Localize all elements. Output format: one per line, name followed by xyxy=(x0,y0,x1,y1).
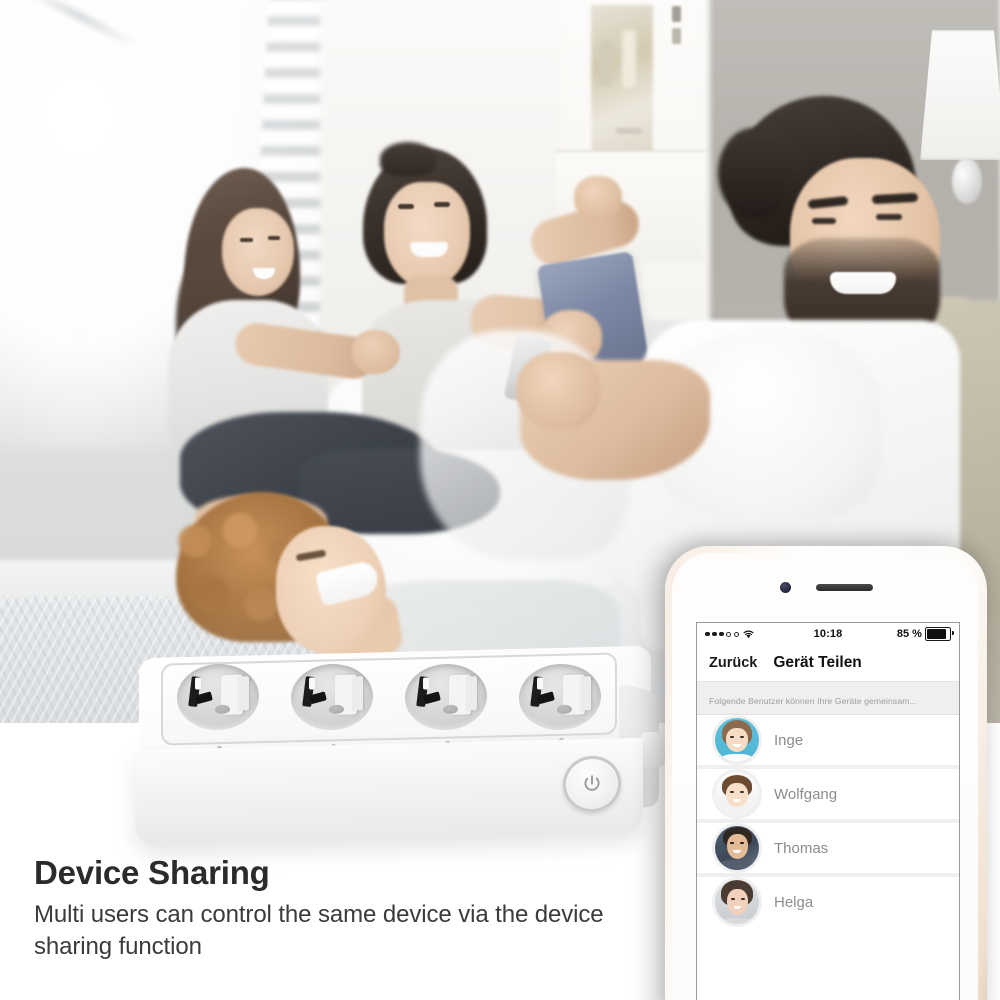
lamp-base xyxy=(952,158,982,204)
shared-users-list: Inge Wolfgang Thomas Helga xyxy=(697,715,959,927)
phone-screen: 10:18 85 % Zurück Gerät Teilen Folgende … xyxy=(696,622,960,1000)
man-eye xyxy=(876,214,902,220)
caption-block: Device Sharing Multi users can control t… xyxy=(34,854,674,963)
promo-graphic: 10:18 85 % Zurück Gerät Teilen Folgende … xyxy=(0,0,1000,1000)
status-bar-time: 10:18 xyxy=(813,628,843,640)
status-bar-left xyxy=(705,629,789,639)
man-smile xyxy=(830,272,896,294)
woman-smile xyxy=(410,242,448,257)
man-hand xyxy=(516,352,600,430)
cabinet-handle xyxy=(672,6,681,22)
cabinet-item xyxy=(600,40,612,86)
avatar xyxy=(713,716,761,764)
navigation-bar: Zurück Gerät Teilen xyxy=(697,645,959,682)
woman-face xyxy=(384,182,470,288)
signal-strength-icon xyxy=(705,631,739,637)
user-name: Helga xyxy=(774,893,814,911)
front-camera-icon xyxy=(780,582,791,593)
woman-eye xyxy=(398,204,414,209)
list-item[interactable]: Helga xyxy=(697,877,959,927)
man-hair-side xyxy=(718,128,788,218)
caption-body: Multi users can control the same device … xyxy=(34,901,604,960)
wifi-icon xyxy=(743,630,753,639)
socket-pin-highlight xyxy=(195,677,202,690)
socket-pin-highlight xyxy=(537,677,544,690)
back-button[interactable]: Zurück xyxy=(709,655,757,671)
cabinet-handle xyxy=(672,28,681,44)
girl-hand xyxy=(352,330,400,374)
woman-hair-bun xyxy=(380,142,436,176)
avatar xyxy=(713,770,761,818)
woman-hand xyxy=(574,176,622,220)
woman-eye xyxy=(434,202,450,207)
section-header-text: Folgende Benutzer können Ihre Geräte gem… xyxy=(709,696,917,706)
list-item[interactable]: Thomas xyxy=(697,823,959,873)
status-bar-right: 85 % xyxy=(867,627,954,641)
girl-eye xyxy=(240,238,253,242)
lamp-shade xyxy=(920,30,1000,160)
cabinet-knob xyxy=(616,128,642,134)
cabinet-item xyxy=(622,30,636,88)
socket-hole xyxy=(556,704,572,714)
list-item[interactable]: Inge xyxy=(697,715,959,765)
battery-icon xyxy=(924,627,954,641)
avatar xyxy=(713,878,761,926)
page-title: Gerät Teilen xyxy=(773,654,862,671)
smartphone-mockup: 10:18 85 % Zurück Gerät Teilen Folgende … xyxy=(665,546,987,1000)
avatar xyxy=(713,824,761,872)
socket-hole xyxy=(328,704,344,714)
socket-pin-highlight xyxy=(309,677,316,690)
section-header: Folgende Benutzer können Ihre Geräte gem… xyxy=(697,682,959,715)
user-name: Inge xyxy=(774,731,804,749)
smart-power-strip[interactable] xyxy=(133,645,678,848)
caption-title: Device Sharing xyxy=(34,854,270,891)
socket-hole xyxy=(214,704,230,714)
user-name: Wolfgang xyxy=(774,785,838,803)
socket-hole xyxy=(442,704,458,714)
girl-face xyxy=(222,208,294,296)
earpiece-speaker xyxy=(816,584,873,591)
power-icon xyxy=(584,775,600,791)
user-name: Thomas xyxy=(774,839,829,857)
girl-eye xyxy=(268,236,280,240)
socket-pin-highlight xyxy=(423,677,430,690)
battery-percent-label: 85 % xyxy=(896,628,922,640)
man-eye xyxy=(812,218,836,224)
list-item[interactable]: Wolfgang xyxy=(697,769,959,819)
strip-side-nub xyxy=(641,731,665,769)
status-bar: 10:18 85 % xyxy=(697,623,959,645)
